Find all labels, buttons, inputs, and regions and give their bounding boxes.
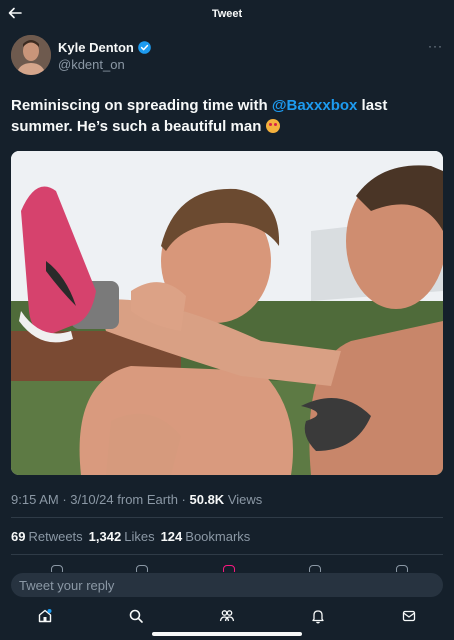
retweet-icon[interactable] (136, 565, 148, 572)
tweet-author: Kyle Denton @kdent_on ··· (11, 33, 443, 77)
communities-icon[interactable] (219, 608, 235, 624)
retweets-label: Retweets (28, 529, 83, 544)
search-icon[interactable] (128, 608, 144, 624)
likes-count: 1,342 (88, 529, 122, 544)
bookmarks-stat[interactable]: 124 Bookmarks (161, 529, 251, 544)
author-name[interactable]: Kyle Denton (58, 40, 151, 55)
mention-link[interactable]: @Baxxxbox (272, 97, 358, 114)
likes-stat[interactable]: 1,342 Likes (89, 529, 155, 544)
views-count[interactable]: 50.8K (190, 492, 225, 507)
meta-separator: · (177, 492, 190, 507)
bookmarks-label: Bookmarks (185, 529, 251, 544)
reply-icon[interactable] (51, 565, 63, 572)
views-label: Views (224, 492, 263, 507)
likes-label: Likes (124, 529, 155, 544)
tweet-photo[interactable] (11, 151, 443, 475)
divider (11, 517, 443, 518)
reply-input[interactable]: Tweet your reply (11, 573, 443, 597)
notifications-icon[interactable] (310, 608, 326, 624)
home-indicator (152, 632, 302, 636)
page-title: Tweet (211, 8, 243, 20)
messages-icon[interactable] (401, 608, 417, 624)
bookmarks-count: 124 (160, 529, 183, 544)
bookmark-icon[interactable] (309, 565, 321, 572)
home-icon[interactable] (37, 608, 53, 624)
avatar[interactable] (11, 35, 51, 75)
author-handle[interactable]: @kdent_on (58, 57, 125, 72)
divider (11, 554, 443, 555)
tweet-text: Reminiscing on spreading time with @Baxx… (11, 95, 443, 137)
share-icon[interactable] (396, 565, 408, 572)
top-bar: Tweet (0, 0, 454, 28)
reply-placeholder: Tweet your reply (19, 578, 115, 593)
more-icon[interactable]: ··· (428, 39, 443, 53)
tweet-meta: 9:15 AM · 3/10/24 from Earth · 50.8K Vie… (11, 492, 262, 507)
retweets-count: 69 (11, 529, 26, 544)
meta-separator: · (58, 492, 71, 507)
tweet-text-part: Reminiscing on spreading time with (11, 97, 272, 114)
tweet-stats: 69 Retweets 1,342 Likes 124 Bookmarks (11, 529, 250, 544)
heart-eyes-emoji-icon (265, 119, 280, 133)
like-icon[interactable] (223, 565, 235, 572)
tweet-actions (11, 562, 443, 572)
author-name-label: Kyle Denton (58, 40, 134, 55)
retweets-stat[interactable]: 69 Retweets (11, 529, 83, 544)
tweet-time: 9:15 AM (11, 492, 59, 507)
tweet-date: 3/10/24 (70, 492, 114, 507)
tweet-source: from Earth (113, 492, 178, 507)
verified-badge-icon (138, 41, 151, 54)
